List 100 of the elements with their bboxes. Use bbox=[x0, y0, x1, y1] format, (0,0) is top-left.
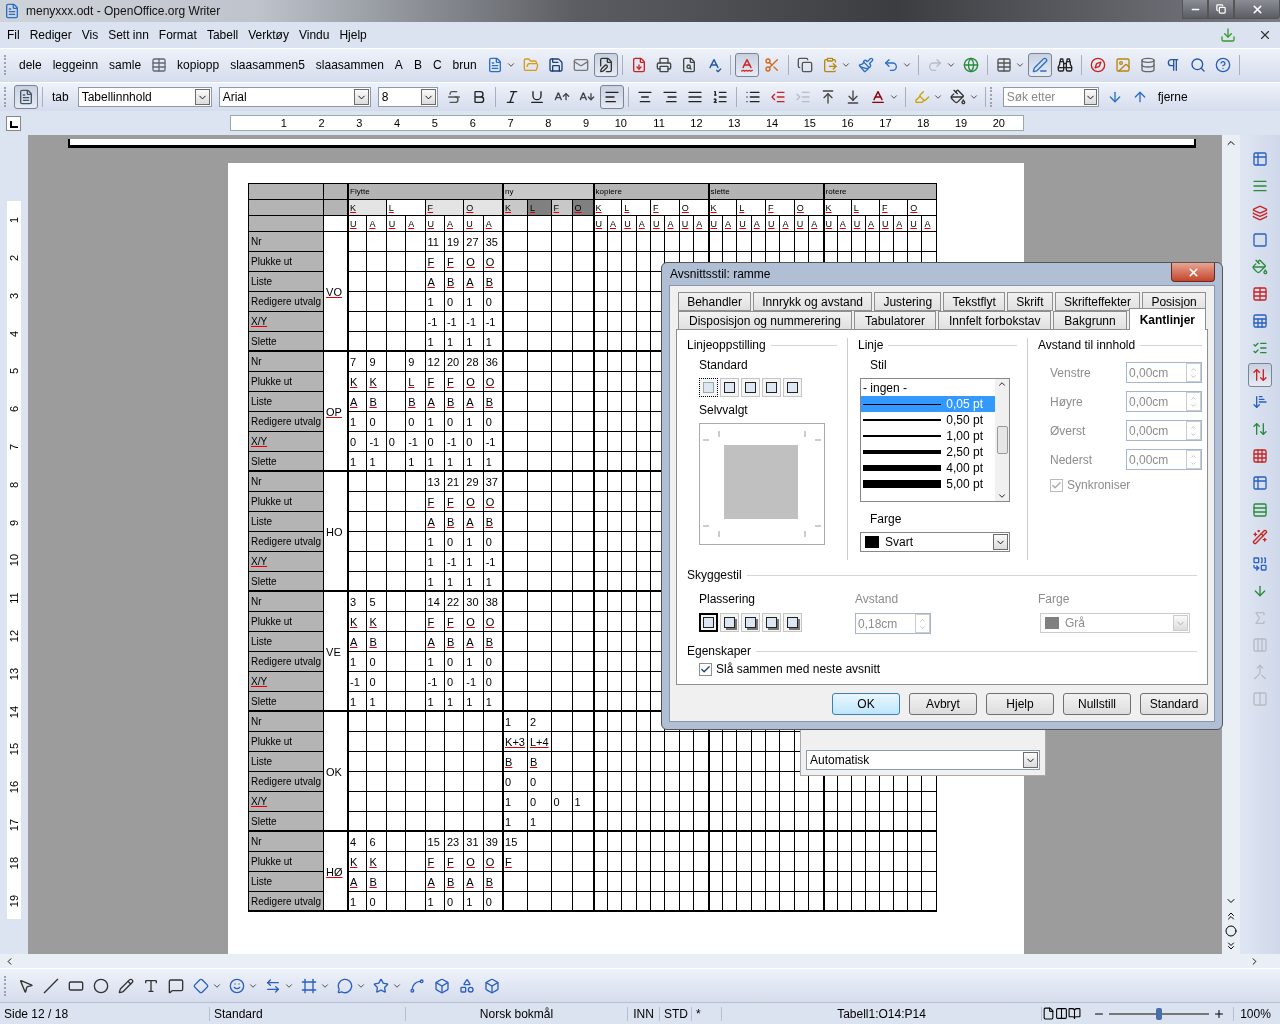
spin-down-icon bbox=[1190, 459, 1197, 467]
table-cell: 4 bbox=[347, 831, 367, 852]
size-dropdown[interactable]: 8 bbox=[377, 87, 438, 108]
dialog-title: Avsnittsstil: ramme bbox=[669, 267, 771, 281]
dialog-tab[interactable]: Skrift bbox=[1007, 292, 1053, 311]
dialog-button[interactable]: Nullstill bbox=[1063, 693, 1131, 715]
checkbox[interactable] bbox=[699, 662, 712, 676]
dialog-tab[interactable]: Innrykk og avstand bbox=[753, 292, 873, 311]
line-style-option[interactable]: 4,00 pt bbox=[861, 460, 995, 476]
previous-page-icon[interactable] bbox=[1225, 910, 1237, 923]
tab-type-icon[interactable] bbox=[6, 115, 21, 131]
toolbar-button[interactable] bbox=[14, 85, 38, 110]
spin-up-icon bbox=[1190, 394, 1197, 402]
ruler-number: 8 bbox=[7, 465, 21, 504]
toolbar-button[interactable]: slaasammen bbox=[310, 56, 389, 75]
row-label: Slette bbox=[248, 811, 324, 832]
dialog-tab[interactable]: Kantlinjer bbox=[1128, 308, 1206, 330]
toolbar-button[interactable]: brun bbox=[447, 56, 482, 75]
line-style-option[interactable]: 0,50 pt bbox=[861, 412, 995, 428]
toolbar-button[interactable]: B bbox=[408, 56, 427, 75]
shadow-position-button[interactable] bbox=[699, 613, 718, 632]
book-view-icon[interactable] bbox=[1068, 1007, 1081, 1021]
close-button[interactable] bbox=[1171, 263, 1215, 282]
dialog-button[interactable]: OK bbox=[832, 693, 900, 715]
dialog-tab[interactable]: Disposisjon og nummerering bbox=[678, 311, 853, 330]
ruler-number: 12 bbox=[689, 117, 703, 130]
section-label: VO bbox=[323, 231, 348, 352]
dialog-button[interactable]: Avbryt bbox=[909, 693, 977, 715]
dialog-tab[interactable]: Innfelt forbokstav bbox=[938, 311, 1052, 330]
scrollbar-thumb[interactable] bbox=[996, 426, 1008, 454]
line-style-option[interactable]: 2,50 pt bbox=[861, 444, 995, 460]
download-icon[interactable] bbox=[1220, 26, 1236, 43]
border-preset-button[interactable] bbox=[699, 378, 718, 397]
horizontal-scrollbar[interactable] bbox=[0, 954, 1280, 969]
ruler-number: 20 bbox=[991, 117, 1005, 130]
dialog-button[interactable]: Hjelp bbox=[986, 693, 1054, 715]
toolbar-button[interactable]: C bbox=[427, 56, 447, 75]
font-dropdown[interactable]: Arial bbox=[218, 87, 371, 108]
dialog-tab[interactable]: Bakgrunn bbox=[1053, 311, 1127, 330]
close-button[interactable] bbox=[1234, 0, 1280, 19]
dialog-tab[interactable]: Tabulatorer bbox=[854, 311, 937, 330]
section-label: HO bbox=[323, 471, 348, 592]
zoom-thumb[interactable] bbox=[1156, 1007, 1162, 1020]
line-icon bbox=[863, 419, 941, 421]
line-style-option[interactable]: 1,00 pt bbox=[861, 428, 995, 444]
toolbar-button[interactable]: tab bbox=[47, 88, 74, 107]
table-cell: 1 bbox=[405, 451, 426, 472]
table-cell: K bbox=[347, 611, 367, 632]
menu-item[interactable]: Rediger bbox=[24, 27, 77, 42]
menu-item[interactable]: Tabell bbox=[201, 27, 244, 42]
table-cell: 1 bbox=[425, 571, 445, 592]
table-cell: O bbox=[483, 491, 503, 512]
search-box[interactable]: Søk etter bbox=[1002, 87, 1099, 108]
diamond-icon bbox=[193, 977, 209, 994]
dropdown[interactable]: Automatisk bbox=[806, 750, 1040, 770]
toolbar-button[interactable]: dele bbox=[14, 56, 47, 75]
zoom-reading: 100% bbox=[1233, 1006, 1277, 1021]
ruler-number: 13 bbox=[7, 654, 21, 693]
dialog-tab[interactable]: Skrifteffekter bbox=[1054, 292, 1141, 311]
toolbar-button[interactable]: kopiopp bbox=[172, 56, 225, 75]
menu-item[interactable]: Verktøy bbox=[243, 27, 294, 42]
dialog-tab[interactable]: Tekstflyt bbox=[943, 292, 1005, 311]
two-page-icon[interactable] bbox=[1055, 1007, 1068, 1021]
table-cell: 1 bbox=[425, 331, 445, 352]
table-cell: F bbox=[425, 371, 445, 392]
menu-item[interactable]: Hjelp bbox=[334, 27, 372, 42]
vertical-scrollbar[interactable] bbox=[1222, 135, 1240, 955]
line-style-option[interactable]: 5,00 pt bbox=[861, 476, 995, 492]
color-dropdown[interactable]: Svart bbox=[860, 532, 1010, 552]
line-style-option[interactable]: - ingen - bbox=[861, 380, 995, 396]
zoom-in-icon[interactable] bbox=[1213, 1007, 1225, 1020]
menu-item[interactable]: Fil bbox=[2, 27, 25, 42]
single-page-icon[interactable] bbox=[1042, 1007, 1055, 1021]
scroll-up-icon[interactable] bbox=[997, 379, 1007, 389]
row-label: X/Y bbox=[248, 431, 324, 452]
menu-item[interactable]: Sett inn bbox=[103, 27, 154, 42]
ruler-number: 16 bbox=[7, 768, 21, 807]
dialog-tab[interactable]: Behandler bbox=[678, 292, 752, 311]
navigation-icon[interactable] bbox=[1225, 925, 1237, 938]
dialog-button[interactable]: Standard bbox=[1140, 693, 1208, 715]
maximize-button[interactable] bbox=[1208, 0, 1234, 19]
menu-item[interactable]: Format bbox=[153, 27, 202, 42]
style-dropdown[interactable]: Tabellinnhold bbox=[77, 87, 212, 108]
table-cell: 1 bbox=[502, 791, 528, 812]
menu-item[interactable]: Vindu bbox=[293, 27, 335, 42]
dialog-tab[interactable]: Justering bbox=[874, 292, 942, 311]
scroll-down-icon[interactable] bbox=[997, 491, 1007, 501]
table-cell: 1 bbox=[347, 891, 367, 912]
toolbar-button[interactable]: fjerne bbox=[1152, 88, 1193, 107]
toolbar-button[interactable]: samle bbox=[104, 56, 147, 75]
table-cell: 1 bbox=[425, 411, 445, 432]
spin-down-icon bbox=[919, 623, 926, 631]
toolbar-button[interactable]: A bbox=[389, 56, 408, 75]
table-cell: 1 bbox=[463, 651, 484, 672]
menu-item[interactable]: Vis bbox=[76, 27, 104, 42]
toolbar-button[interactable]: leggeinn bbox=[47, 56, 104, 75]
row-label: X/Y bbox=[248, 791, 324, 812]
ruler-number: 16 bbox=[840, 117, 854, 130]
toolbar-button[interactable]: slaasammen5 bbox=[225, 56, 310, 75]
ruler[interactable]: 1 2 3 4 5 6 7 8 9 10 11 12 13 14 15 16 17 18 19 20 bbox=[230, 115, 1024, 132]
